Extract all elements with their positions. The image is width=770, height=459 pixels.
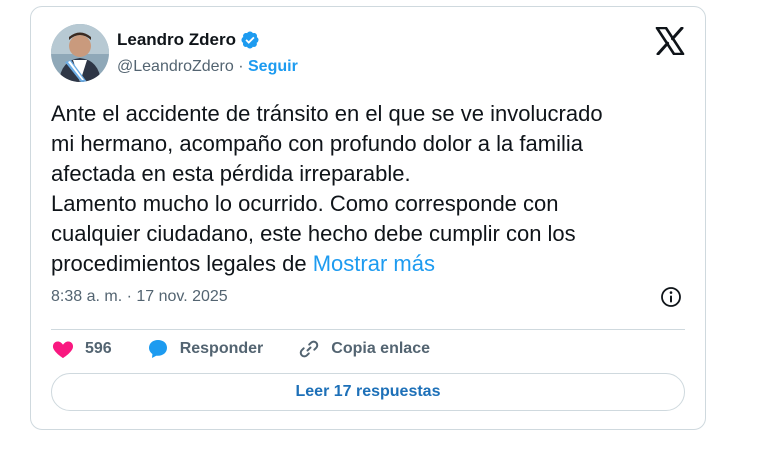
tweet-text-line-last: procedimientos legales de Mostrar más	[51, 249, 691, 279]
info-icon[interactable]	[659, 285, 683, 309]
tweet-text-line: Ante el accidente de tránsito en el que …	[51, 101, 603, 126]
follow-button[interactable]: Seguir	[248, 58, 298, 75]
handle-row: @LeandroZdero · Seguir	[117, 56, 298, 78]
link-icon	[300, 340, 319, 358]
action-bar: 596 Responder Copia enlace	[51, 337, 464, 361]
tweet-text-line: Lamento mucho lo ocurrido. Como correspo…	[51, 191, 559, 216]
reply-button[interactable]: Responder	[146, 337, 264, 361]
show-more-link[interactable]: Mostrar más	[313, 251, 435, 276]
heart-icon	[52, 341, 74, 358]
copy-link-label: Copia enlace	[331, 340, 430, 357]
avatar[interactable]	[51, 24, 109, 82]
tweet-text-line: mi hermano, acompaño con profundo dolor …	[51, 131, 583, 156]
reply-label: Responder	[179, 340, 264, 357]
copy-link-button[interactable]: Copia enlace	[297, 337, 430, 361]
timestamp[interactable]: 8:38 a. m. · 17 nov. 2025	[51, 287, 228, 307]
tweet-text: Ante el accidente de tránsito en el que …	[51, 99, 691, 279]
tweet-text-fragment: procedimientos legales de	[51, 251, 307, 276]
author-handle[interactable]: @LeandroZdero	[117, 58, 234, 75]
verified-badge-icon	[241, 31, 259, 49]
read-replies-button[interactable]: Leer 17 respuestas	[51, 373, 685, 411]
divider	[51, 329, 685, 330]
x-logo-icon[interactable]	[655, 27, 685, 55]
author-name[interactable]: Leandro Zdero	[117, 29, 260, 51]
speech-bubble-icon	[148, 340, 167, 358]
like-button[interactable]: 596	[51, 337, 112, 361]
tweet-text-line: cualquier ciudadano, este hecho debe cum…	[51, 221, 576, 246]
separator-dot: ·	[238, 58, 244, 75]
tweet-text-line: afectada en esta pérdida irreparable.	[51, 161, 411, 186]
like-count: 596	[85, 340, 112, 357]
tweet-embed-card: Leandro Zdero @LeandroZdero · Seguir Ant…	[30, 6, 706, 430]
author-name-text[interactable]: Leandro Zdero	[117, 29, 236, 51]
